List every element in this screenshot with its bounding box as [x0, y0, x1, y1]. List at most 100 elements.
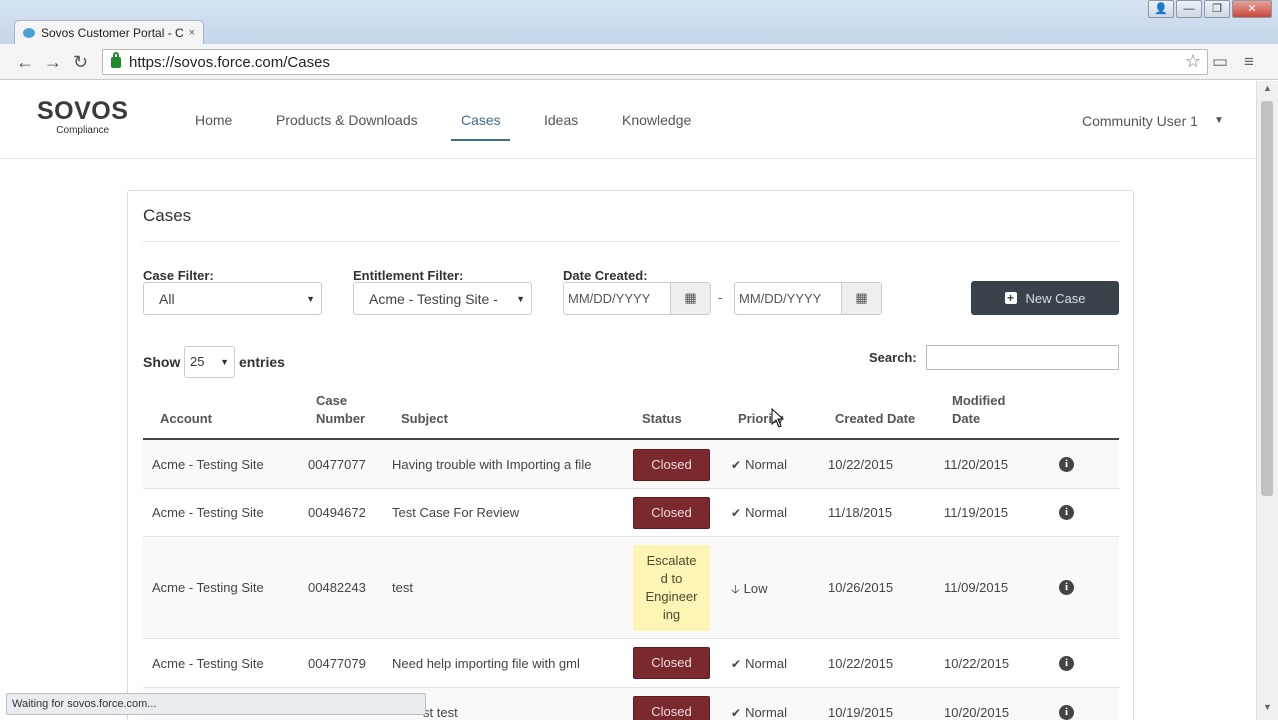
date-to-input[interactable]: MM/DD/YYYY — [739, 291, 821, 306]
date-range-separator: - — [718, 290, 723, 305]
window-controls: 👤 — ❐ ✕ — [1148, 0, 1272, 18]
user-menu-caret-icon[interactable]: ▼ — [1214, 115, 1224, 126]
chevron-down-icon: ▼ — [516, 294, 525, 304]
entries-per-page-select[interactable]: 25 ▼ — [184, 346, 235, 378]
nav-products-downloads[interactable]: Products & Downloads — [276, 112, 418, 128]
cell-subject[interactable]: Need help importing file with gml — [392, 656, 580, 671]
cell-modified-date: 10/22/2015 — [944, 656, 1010, 671]
info-icon[interactable]: i — [1059, 580, 1074, 595]
cell-case-number[interactable]: 00477079 — [308, 656, 366, 671]
priority-text: Low — [743, 581, 768, 596]
nav-cases[interactable]: Cases — [461, 112, 501, 128]
user-menu[interactable]: Community User 1 — [1082, 113, 1198, 129]
priority-text: Normal — [745, 457, 787, 472]
nav-knowledge[interactable]: Knowledge — [622, 112, 691, 128]
status-badge: Closed — [633, 497, 710, 529]
close-window-button[interactable]: ✕ — [1232, 0, 1272, 18]
cell-account: Acme - Testing Site — [152, 656, 264, 671]
cell-subject[interactable]: test — [392, 580, 413, 595]
cell-modified-date: 11/09/2015 — [944, 580, 1009, 595]
browser-status-bubble: Waiting for sovos.force.com... — [6, 693, 426, 715]
cell-case-number[interactable]: 00477077 — [308, 457, 366, 472]
entitlement-filter-select[interactable]: Acme - Testing Site - ▼ — [353, 282, 532, 315]
cell-account: Acme - Testing Site — [152, 457, 264, 472]
date-from-field[interactable]: MM/DD/YYYY ▦ — [563, 282, 711, 315]
scroll-down-arrow-icon[interactable]: ▼ — [1257, 702, 1278, 718]
date-from-input[interactable]: MM/DD/YYYY — [568, 291, 650, 306]
secure-lock-icon — [111, 51, 121, 68]
cell-case-number[interactable]: 00482243 — [308, 580, 366, 595]
table-row[interactable]: Acme - Testing Site 00494672 Test Case F… — [143, 489, 1119, 537]
check-icon: ✔ — [731, 506, 742, 520]
page-viewport: SOVOS Compliance Home Products & Downloa… — [0, 81, 1256, 720]
info-icon[interactable]: i — [1059, 505, 1074, 520]
calendar-icon[interactable]: ▦ — [841, 283, 881, 314]
cell-subject[interactable]: st test — [423, 705, 458, 720]
sovos-logo[interactable]: SOVOS Compliance — [37, 97, 129, 137]
nav-ideas[interactable]: Ideas — [544, 112, 578, 128]
address-bar[interactable]: https://sovos.force.com/Cases ☆ — [102, 49, 1208, 75]
cell-subject[interactable]: Test Case For Review — [392, 505, 519, 520]
user-profile-icon[interactable]: 👤 — [1148, 0, 1174, 18]
menu-icon[interactable]: ≡ — [1244, 52, 1254, 72]
header-line: Date — [952, 411, 981, 426]
cell-created-date: 10/19/2015 — [828, 705, 894, 720]
minimize-button[interactable]: — — [1176, 0, 1202, 18]
calendar-icon[interactable]: ▦ — [670, 283, 710, 314]
date-created-label: Date Created: — [563, 268, 648, 283]
cell-created-date: 10/22/2015 — [828, 656, 894, 671]
maximize-button[interactable]: ❐ — [1204, 0, 1230, 18]
table-row[interactable]: Acme - Testing Site 00477079 Need help i… — [143, 639, 1119, 688]
check-icon: ✔ — [731, 458, 742, 472]
mouse-pointer-icon — [771, 408, 785, 428]
check-icon: ✔ — [731, 657, 742, 671]
salesforce-favicon-icon — [23, 27, 35, 38]
chevron-down-icon: ▼ — [306, 294, 315, 304]
header-line: Case — [316, 393, 348, 408]
cell-priority: ✔ Normal — [731, 505, 787, 520]
browser-tab[interactable]: Sovos Customer Portal - C × — [14, 20, 204, 44]
page-scrollbar[interactable]: ▲ ▼ — [1256, 81, 1278, 720]
cell-case-number[interactable]: 00494672 — [308, 505, 366, 520]
column-header-account[interactable]: Account — [160, 410, 212, 428]
scroll-up-arrow-icon[interactable]: ▲ — [1257, 83, 1278, 99]
case-filter-select[interactable]: All ▼ — [143, 282, 322, 315]
info-icon[interactable]: i — [1059, 705, 1074, 720]
priority-text: Normal — [745, 656, 787, 671]
new-case-label: New Case — [1025, 290, 1086, 306]
cell-created-date: 10/26/2015 — [828, 580, 894, 595]
cell-created-date: 11/18/2015 — [828, 505, 893, 520]
entitlement-filter-label: Entitlement Filter: — [353, 268, 464, 283]
search-input[interactable] — [926, 345, 1119, 370]
column-header-created-date[interactable]: Created Date — [835, 410, 915, 428]
status-line: Engineer — [645, 589, 698, 604]
column-header-case-number[interactable]: Case Number — [316, 392, 365, 428]
info-icon[interactable]: i — [1059, 457, 1074, 472]
cast-icon[interactable]: ▭ — [1212, 52, 1228, 72]
info-icon[interactable]: i — [1059, 656, 1074, 671]
table-row[interactable]: Acme - Testing Site 00477077 Having trou… — [143, 440, 1119, 489]
table-row[interactable]: Acme - Testing Site 00482243 test Escala… — [143, 537, 1119, 639]
date-to-field[interactable]: MM/DD/YYYY ▦ — [734, 282, 882, 315]
tab-close-icon[interactable]: × — [189, 27, 195, 39]
new-case-button[interactable]: + New Case — [971, 281, 1119, 315]
site-header: SOVOS Compliance Home Products & Downloa… — [0, 81, 1256, 159]
cell-priority: ✔ Normal — [731, 457, 787, 472]
reload-icon[interactable]: ↻ — [73, 52, 88, 72]
nav-home[interactable]: Home — [195, 112, 232, 128]
back-arrow-icon[interactable]: ← — [16, 52, 34, 72]
logo-wordmark: SOVOS — [37, 97, 129, 125]
cell-subject[interactable]: Having trouble with Importing a file — [392, 457, 591, 472]
bookmark-star-icon[interactable]: ☆ — [1185, 51, 1201, 72]
status-badge: Escalate d to Engineer ing — [633, 545, 710, 631]
logo-tagline: Compliance — [56, 125, 110, 136]
forward-arrow-icon[interactable]: → — [44, 52, 62, 72]
column-header-modified-date[interactable]: Modified Date — [952, 392, 1005, 428]
column-header-status[interactable]: Status — [642, 410, 682, 428]
entries-value: 25 — [190, 354, 205, 369]
browser-toolbar: ← → ↻ https://sovos.force.com/Cases ☆ ▭ … — [0, 44, 1278, 80]
cell-created-date: 10/22/2015 — [828, 457, 894, 472]
column-header-subject[interactable]: Subject — [401, 410, 448, 428]
cases-panel: Cases Case Filter: All ▼ Entitlement Fil… — [127, 190, 1134, 720]
scrollbar-thumb[interactable] — [1261, 101, 1273, 496]
